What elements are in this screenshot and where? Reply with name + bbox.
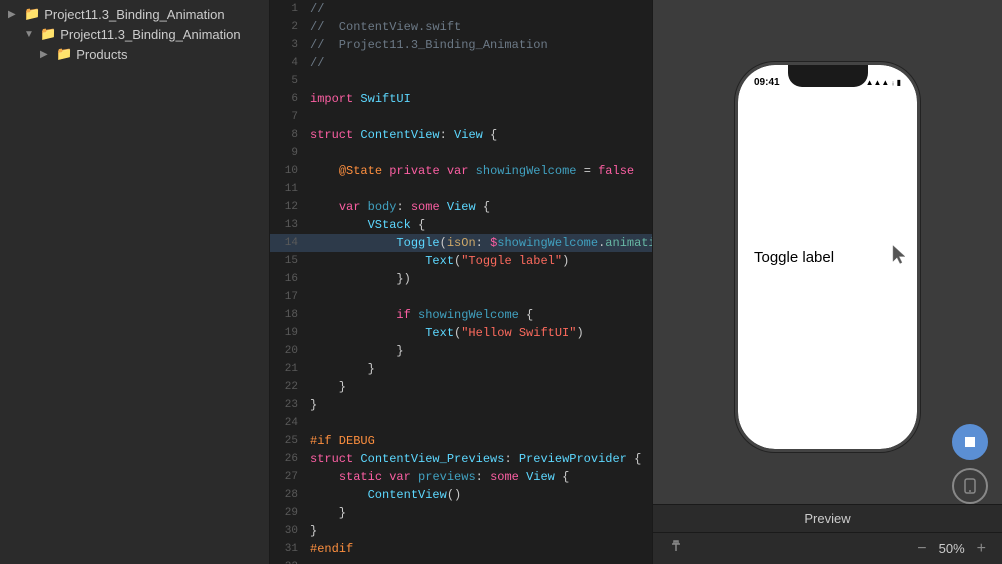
preview-label: Preview <box>653 504 1002 532</box>
code-line-2: 2 // ContentView.swift <box>270 18 652 36</box>
code-line-16: 16 }) <box>270 270 652 288</box>
code-line-28: 28 ContentView() <box>270 486 652 504</box>
code-line-9: 9 <box>270 144 652 162</box>
code-line-11: 11 <box>270 180 652 198</box>
cursor-icon <box>889 244 909 266</box>
toggle-label: Toggle label <box>754 249 834 266</box>
code-line-17: 17 <box>270 288 652 306</box>
sidebar-item-project[interactable]: ▼ 📁 Project11.3_Binding_Animation <box>0 24 269 44</box>
arrow-spacer: ▶ <box>40 49 52 60</box>
code-line-6: 6 import SwiftUI <box>270 90 652 108</box>
stop-icon <box>963 435 977 449</box>
code-line-14: 14 Toggle(isOn: $showingWelcome.animatio… <box>270 234 652 252</box>
preview-controls <box>952 424 988 504</box>
sidebar-item-label: Project11.3_Binding_Animation <box>60 27 240 42</box>
minus-icon: − <box>917 540 926 557</box>
code-line-1: 1 // <box>270 0 652 18</box>
sidebar-item-project-root[interactable]: ▶ 📁 Project11.3_Binding_Animation <box>0 4 269 24</box>
pin-button[interactable] <box>665 537 687 560</box>
zoom-out-button[interactable]: − <box>913 538 930 560</box>
preview-panel: 09:41 ▲▲▲ ᵢ ▮ Toggle label <box>652 0 1002 564</box>
code-line-32: 32 <box>270 558 652 564</box>
plus-icon: + <box>977 540 986 557</box>
code-line-5: 5 <box>270 72 652 90</box>
code-line-4: 4 // <box>270 54 652 72</box>
code-line-20: 20 } <box>270 342 652 360</box>
sidebar: ▶ 📁 Project11.3_Binding_Animation ▼ 📁 Pr… <box>0 0 270 564</box>
phone-screen: 09:41 ▲▲▲ ᵢ ▮ Toggle label <box>738 65 917 449</box>
status-time: 09:41 <box>754 77 780 88</box>
wifi-icon: ᵢ <box>892 78 893 87</box>
code-line-31: 31 #endif <box>270 540 652 558</box>
folder-icon: 📁 <box>56 46 72 62</box>
toolbar-left <box>665 537 687 560</box>
folder-icon: 📁 <box>40 26 56 42</box>
code-line-8: 8 struct ContentView: View { <box>270 126 652 144</box>
code-line-26: 26 struct ContentView_Previews: PreviewP… <box>270 450 652 468</box>
code-line-23: 23 } <box>270 396 652 414</box>
code-line-22: 22 } <box>270 378 652 396</box>
arrow-icon: ▶ <box>8 9 20 20</box>
phone-container: 09:41 ▲▲▲ ᵢ ▮ Toggle label <box>725 0 930 504</box>
cursor-area <box>889 244 909 271</box>
code-line-25: 25 #if DEBUG <box>270 432 652 450</box>
code-line-29: 29 } <box>270 504 652 522</box>
phone-icon <box>964 478 976 494</box>
signal-icon: ▲▲▲ <box>866 78 890 87</box>
code-line-30: 30 } <box>270 522 652 540</box>
code-line-21: 21 } <box>270 360 652 378</box>
code-line-7: 7 <box>270 108 652 126</box>
status-icons: ▲▲▲ ᵢ ▮ <box>866 78 901 87</box>
code-line-19: 19 Text("Hellow SwiftUI") <box>270 324 652 342</box>
toolbar-right: − 50% + <box>913 538 990 560</box>
code-line-3: 3 // Project11.3_Binding_Animation <box>270 36 652 54</box>
zoom-in-button[interactable]: + <box>973 538 990 560</box>
preview-play-button[interactable] <box>952 424 988 460</box>
sidebar-item-products[interactable]: ▶ 📁 Products <box>0 44 269 64</box>
zoom-level: 50% <box>939 541 965 556</box>
code-line-27: 27 static var previews: some View { <box>270 468 652 486</box>
arrow-icon: ▼ <box>24 29 36 40</box>
main-container: ▶ 📁 Project11.3_Binding_Animation ▼ 📁 Pr… <box>0 0 1002 564</box>
code-line-15: 15 Text("Toggle label") <box>270 252 652 270</box>
battery-icon: ▮ <box>897 78 901 87</box>
code-line-10: 10 @State private var showingWelcome = f… <box>270 162 652 180</box>
preview-bottom-toolbar: − 50% + <box>653 532 1002 564</box>
sidebar-item-label: Project11.3_Binding_Animation <box>44 7 224 22</box>
code-line-18: 18 if showingWelcome { <box>270 306 652 324</box>
code-line-24: 24 <box>270 414 652 432</box>
preview-label-text: Preview <box>804 511 850 526</box>
sidebar-item-label: Products <box>76 47 127 62</box>
phone-notch <box>788 65 868 87</box>
folder-icon: 📁 <box>24 6 40 22</box>
code-editor[interactable]: 1 // 2 // ContentView.swift 3 // Project… <box>270 0 652 564</box>
pin-icon <box>669 539 683 553</box>
preview-device-button[interactable] <box>952 468 988 504</box>
code-line-13: 13 VStack { <box>270 216 652 234</box>
code-line-12: 12 var body: some View { <box>270 198 652 216</box>
phone-mockup: 09:41 ▲▲▲ ᵢ ▮ Toggle label <box>735 62 920 452</box>
